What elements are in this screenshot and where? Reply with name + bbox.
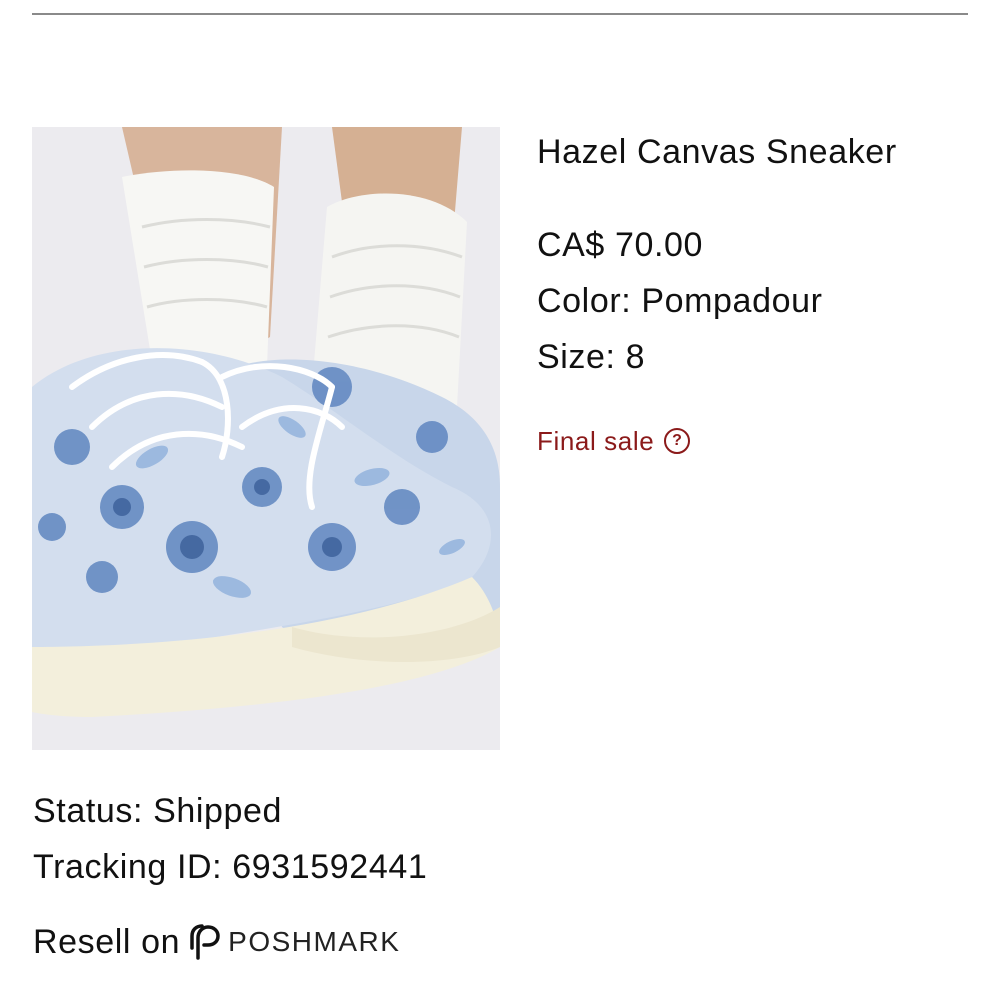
product-image[interactable] xyxy=(32,127,500,750)
product-details: Hazel Canvas Sneaker CA$ 70.00 Color: Po… xyxy=(537,128,977,461)
poshmark-wordmark: POSHMARK xyxy=(228,926,401,957)
poshmark-logo: POSHMARK xyxy=(190,924,400,960)
resell-label: Resell on xyxy=(33,923,181,961)
order-status: Status: Shipped xyxy=(33,792,283,830)
product-title[interactable]: Hazel Canvas Sneaker xyxy=(537,128,977,176)
final-sale-label: Final sale xyxy=(537,426,655,456)
resell-on-poshmark-link[interactable]: Resell on POSHMARK xyxy=(33,918,400,966)
poshmark-icon xyxy=(190,924,220,960)
product-size: Size: 8 xyxy=(537,338,646,376)
top-divider xyxy=(32,13,968,15)
final-sale-notice: Final sale ? xyxy=(537,421,977,461)
order-info: Status: Shipped Tracking ID: 6931592441 xyxy=(33,783,633,895)
product-price: CA$ 70.00 xyxy=(537,226,704,264)
product-color: Color: Pompadour xyxy=(537,282,823,320)
help-circle-icon[interactable]: ? xyxy=(664,428,691,454)
order-item-page: Hazel Canvas Sneaker CA$ 70.00 Color: Po… xyxy=(0,0,1000,1000)
tracking-id[interactable]: Tracking ID: 6931592441 xyxy=(33,839,633,895)
